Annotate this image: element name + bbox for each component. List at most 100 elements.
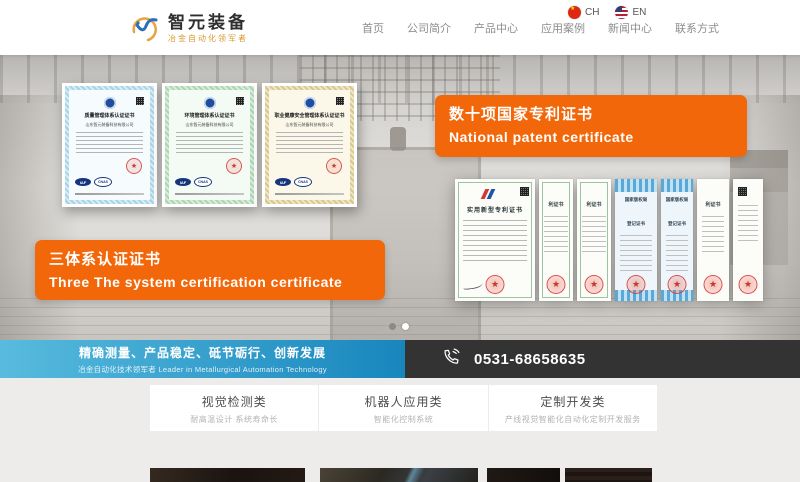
patent-page: ★ (733, 179, 763, 301)
patent-text-lines (582, 216, 606, 254)
patent-page: 利证书 ★ (577, 179, 611, 301)
patent-page-main: 实用新型专利证书 ★ (455, 179, 535, 301)
red-stamp-icon: ★ (226, 158, 242, 174)
patent-banner-subtitle: National patent certificate (449, 127, 733, 147)
certificate-title: 环境管理体系认证证书 (169, 113, 250, 119)
certificate-body: 环境管理体系认证证书 山东智元装备科技有限公司 ★ IAF CNAS (169, 90, 250, 200)
info-bar: 精确测量、产品稳定、砥节砺行、创新发展 冶金自动化技术领军者 Leader in… (0, 340, 800, 378)
patent-page: 利证书 ★ (697, 179, 729, 301)
copyright-header: 国家版权局 (661, 196, 693, 203)
certificate-text-lines (176, 132, 243, 156)
tagline-text: 冶金自动化技术领军者 Leader in Metallurgical Autom… (78, 364, 327, 375)
nav-news[interactable]: 新闻中心 (608, 20, 652, 36)
red-seal-icon: ★ (668, 275, 687, 294)
logo-title: 智元装备 (168, 13, 248, 32)
product-categories: 视觉检测类 耐高温设计 系统寿命长 机器人应用类 智能化控制系统 定制开发类 产… (150, 385, 657, 431)
cnas-badge: CNAS (294, 177, 312, 187)
certification-banner-subtitle: Three The system certification certifica… (49, 272, 371, 292)
certification-banner: 三体系认证证书 Three The system certification c… (35, 240, 385, 300)
patent-certificates-image: 实用新型专利证书 ★ 利证书 ★ 利证书 ★ 国家版权局 登记证书 ★ 国家版权… (455, 179, 777, 301)
patent-title-partial: 利证书 (697, 201, 729, 208)
certificate-text-lines (276, 132, 343, 156)
red-seal-icon: ★ (739, 275, 758, 294)
certification-banner-title: 三体系认证证书 (49, 250, 371, 270)
red-seal-icon: ★ (585, 275, 604, 294)
iaf-badge: IAF (175, 178, 191, 186)
factory-photo-3[interactable] (487, 468, 560, 482)
category-subtitle: 耐高温设计 系统寿命长 (150, 414, 318, 425)
patent-text-lines (666, 235, 688, 273)
category-robot-application[interactable]: 机器人应用类 智能化控制系统 (319, 385, 488, 431)
nav-company[interactable]: 公司简介 (407, 20, 451, 36)
red-stamp-icon: ★ (326, 158, 342, 174)
patent-logo-icon (479, 189, 499, 199)
cert-seal-icon (304, 97, 316, 109)
patent-banner: 数十项国家专利证书 National patent certificate (435, 95, 747, 157)
certificate-title: 质量管理体系认证证书 (69, 113, 150, 119)
certificate-badges: IAF CNAS (275, 177, 312, 187)
nav-home[interactable]: 首页 (362, 20, 384, 36)
category-vision-inspection[interactable]: 视觉检测类 耐高温设计 系统寿命长 (150, 385, 319, 431)
signature-scribble (463, 279, 484, 290)
lang-cn[interactable]: CH (568, 6, 599, 19)
copyright-title: 登记证书 (661, 220, 693, 227)
patent-text-lines (544, 216, 568, 254)
phone-icon (441, 347, 461, 372)
patent-page: 利证书 ★ (539, 179, 573, 301)
nav-cases[interactable]: 应用案例 (541, 20, 585, 36)
certificate-text-lines (76, 132, 143, 156)
qr-code-icon (336, 97, 344, 105)
category-title: 机器人应用类 (319, 393, 487, 410)
phone-number: 0531-68658635 (474, 351, 586, 368)
slogan-text: 精确测量、产品稳定、砥节砺行、创新发展 (79, 344, 326, 361)
certificate-safety: 职业健康安全管理体系认证证书 山东智元装备科技有限公司 ★ IAF CNAS (262, 83, 357, 207)
us-flag-icon (615, 6, 628, 19)
factory-photo-1[interactable] (150, 468, 305, 482)
certificate-body: 职业健康安全管理体系认证证书 山东智元装备科技有限公司 ★ IAF CNAS (269, 90, 350, 200)
red-stamp-icon: ★ (126, 158, 142, 174)
qr-code-icon (738, 187, 747, 196)
category-subtitle: 产线视觉智能化自动化定制开发服务 (489, 414, 657, 425)
lang-cn-label: CH (585, 7, 599, 18)
patent-title-partial: 利证书 (577, 201, 611, 208)
red-seal-icon: ★ (627, 275, 646, 294)
certificate-company: 山东智元装备科技有限公司 (269, 122, 350, 128)
patent-title-partial: 利证书 (539, 201, 573, 208)
certificate-badges: IAF CNAS (175, 177, 212, 187)
red-seal-icon: ★ (704, 275, 723, 294)
factory-photo-4[interactable] (565, 468, 652, 482)
china-flag-icon (568, 6, 581, 19)
patent-text-lines (738, 205, 758, 243)
carousel-dot-1[interactable] (389, 323, 396, 330)
nav-contact[interactable]: 联系方式 (675, 20, 719, 36)
carousel-dot-2[interactable] (402, 323, 409, 330)
patent-banner-title: 数十项国家专利证书 (449, 105, 733, 125)
site-logo[interactable]: 智元装备 冶金自动化领军者 (128, 12, 248, 44)
category-custom-development[interactable]: 定制开发类 产线视觉智能化自动化定制开发服务 (489, 385, 657, 431)
certificate-body: 质量管理体系认证证书 山东智元装备科技有限公司 ★ IAF CNAS (69, 90, 150, 200)
patent-text-lines (620, 235, 652, 273)
slogan-panel: 精确测量、产品稳定、砥节砺行、创新发展 冶金自动化技术领军者 Leader in… (0, 340, 405, 378)
iaf-badge: IAF (275, 178, 291, 186)
hero-background-floor (0, 298, 800, 340)
patent-text-lines (463, 220, 527, 264)
logo-bird-icon (128, 12, 162, 44)
category-title: 定制开发类 (489, 393, 657, 410)
certificate-quality: 质量管理体系认证证书 山东智元装备科技有限公司 ★ IAF CNAS (62, 83, 157, 207)
language-switcher: CH EN (568, 6, 646, 19)
hero-banner: 质量管理体系认证证书 山东智元装备科技有限公司 ★ IAF CNAS 环境管理体… (0, 55, 800, 340)
carousel-dots (389, 323, 409, 330)
certificate-footer-line (275, 193, 344, 195)
lang-en-label: EN (632, 7, 646, 18)
cnas-badge: CNAS (194, 177, 212, 187)
lang-en[interactable]: EN (615, 6, 646, 19)
cnas-badge: CNAS (94, 177, 112, 187)
factory-photo-2[interactable] (320, 468, 478, 482)
category-title: 视觉检测类 (150, 393, 318, 410)
cert-seal-icon (104, 97, 116, 109)
nav-products[interactable]: 产品中心 (474, 20, 518, 36)
phone-panel[interactable]: 0531-68658635 (405, 340, 800, 378)
certificate-footer-line (75, 193, 144, 195)
qr-code-icon (236, 97, 244, 105)
patent-title: 实用新型专利证书 (455, 205, 535, 214)
